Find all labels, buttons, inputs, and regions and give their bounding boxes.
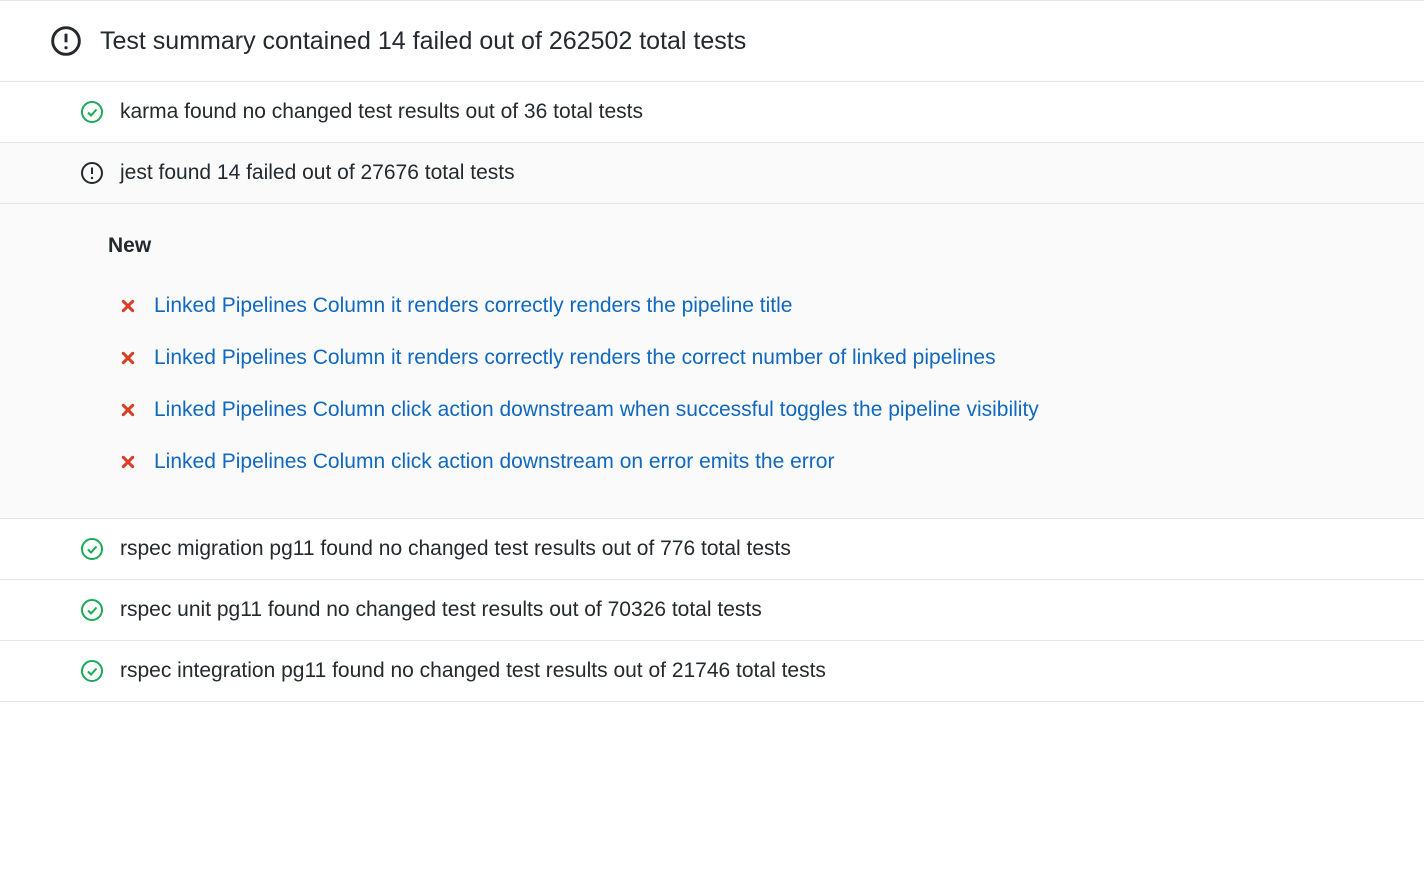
failed-test-link[interactable]: Linked Pipelines Column it renders corre… <box>154 346 996 370</box>
fail-x-icon <box>108 402 154 418</box>
new-tests-heading: New <box>108 234 1408 258</box>
suite-row-rspec-migration[interactable]: rspec migration pg11 found no changed te… <box>0 519 1424 580</box>
failed-test-row: Linked Pipelines Column it renders corre… <box>108 280 1408 332</box>
failed-test-row: Linked Pipelines Column click action dow… <box>108 436 1408 488</box>
failed-test-row: Linked Pipelines Column click action dow… <box>108 384 1408 436</box>
suite-row-rspec-unit[interactable]: rspec unit pg11 found no changed test re… <box>0 580 1424 641</box>
test-summary-text: Test summary contained 14 failed out of … <box>100 27 746 56</box>
failed-test-link[interactable]: Linked Pipelines Column it renders corre… <box>154 294 793 318</box>
suite-details-jest: New Linked Pipelines Column it renders c… <box>0 204 1424 519</box>
warning-icon <box>80 161 104 185</box>
fail-x-icon <box>108 298 154 314</box>
suite-text: karma found no changed test results out … <box>120 100 643 124</box>
suite-row-rspec-integration[interactable]: rspec integration pg11 found no changed … <box>0 641 1424 702</box>
failed-test-link[interactable]: Linked Pipelines Column click action dow… <box>154 398 1039 422</box>
suite-row-jest[interactable]: jest found 14 failed out of 27676 total … <box>0 143 1424 204</box>
test-report-panel: Test summary contained 14 failed out of … <box>0 0 1424 702</box>
warning-icon <box>50 25 82 57</box>
suite-text: rspec integration pg11 found no changed … <box>120 659 826 683</box>
check-circle-icon <box>80 537 104 561</box>
suite-text: jest found 14 failed out of 27676 total … <box>120 161 515 185</box>
fail-x-icon <box>108 350 154 366</box>
check-circle-icon <box>80 659 104 683</box>
suite-text: rspec unit pg11 found no changed test re… <box>120 598 762 622</box>
suite-text: rspec migration pg11 found no changed te… <box>120 537 791 561</box>
fail-x-icon <box>108 454 154 470</box>
suite-row-karma[interactable]: karma found no changed test results out … <box>0 82 1424 143</box>
failed-test-link[interactable]: Linked Pipelines Column click action dow… <box>154 450 834 474</box>
failed-test-row: Linked Pipelines Column it renders corre… <box>108 332 1408 384</box>
test-summary-row[interactable]: Test summary contained 14 failed out of … <box>0 1 1424 82</box>
check-circle-icon <box>80 598 104 622</box>
check-circle-icon <box>80 100 104 124</box>
